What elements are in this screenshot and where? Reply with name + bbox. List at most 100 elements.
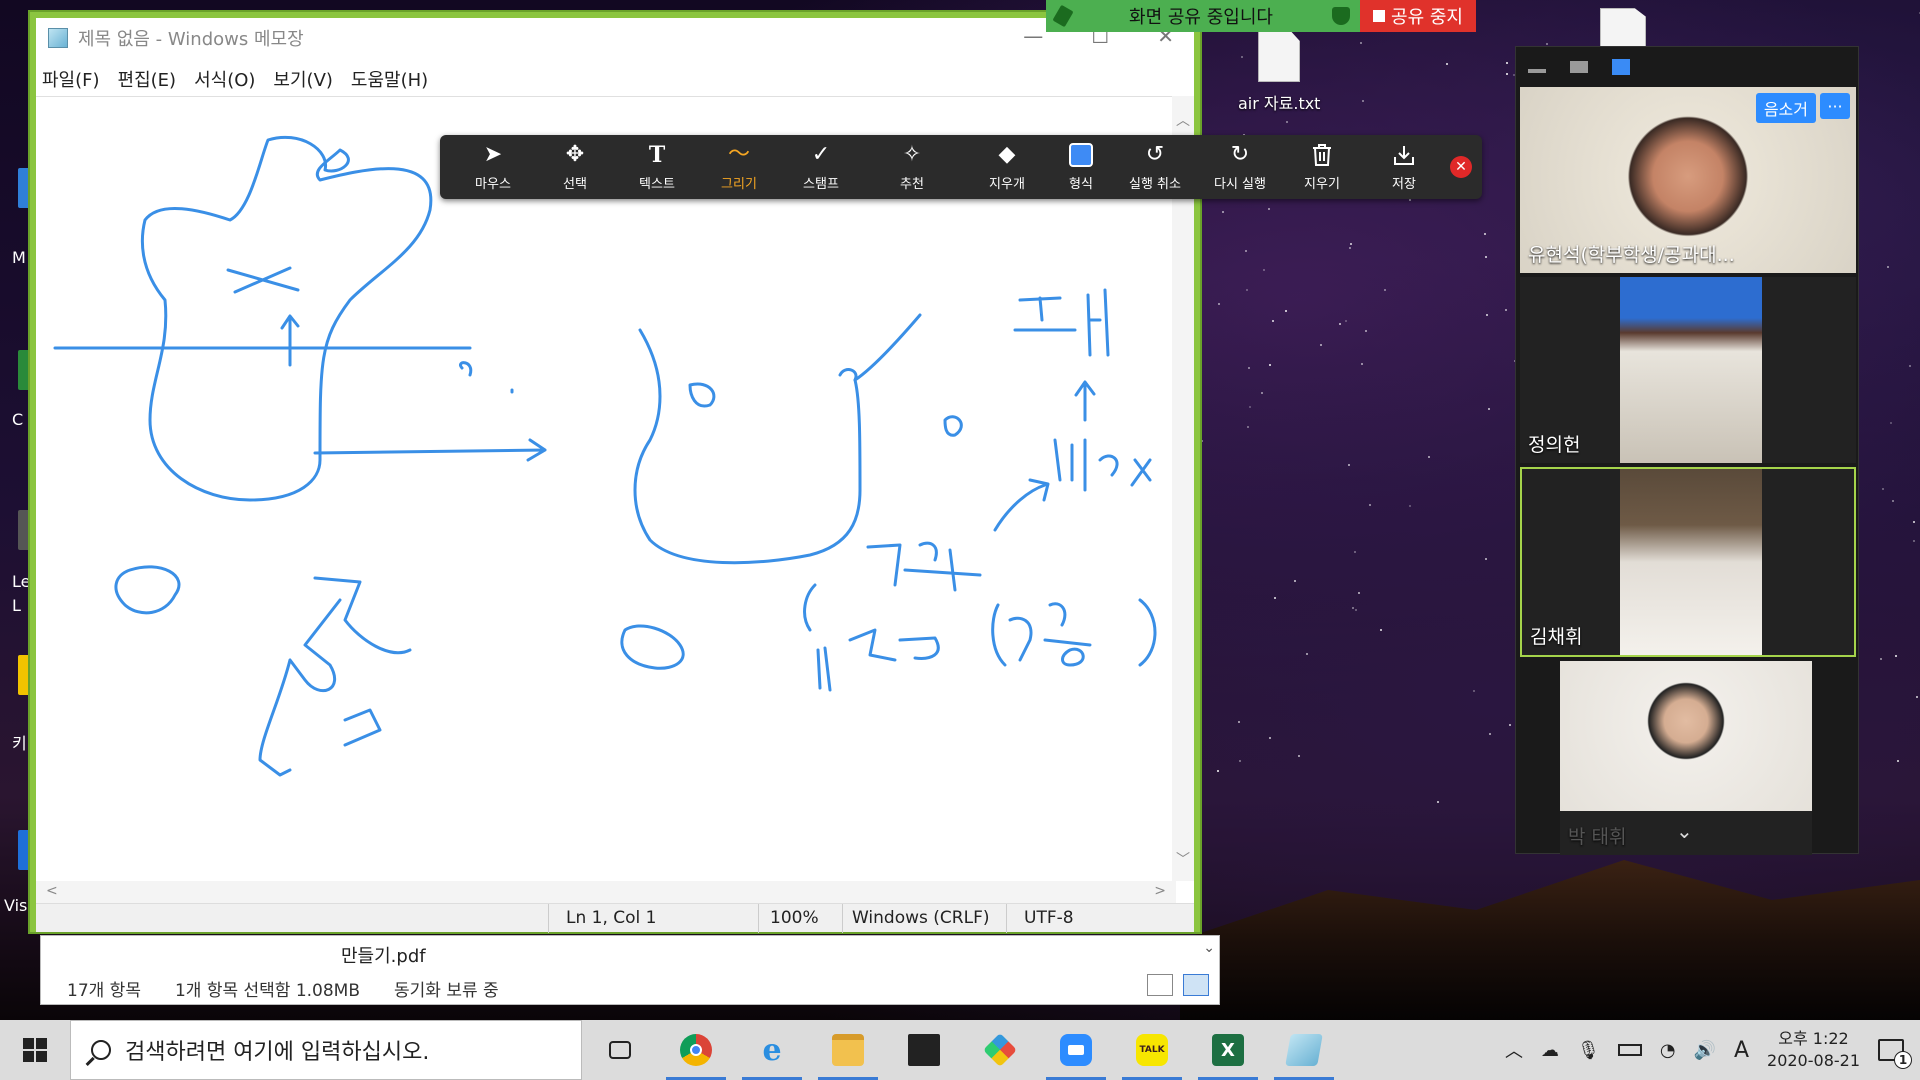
- wallpaper-star: [1890, 421, 1893, 424]
- taskbar-clock[interactable]: 오후 1:22 2020-08-21: [1767, 1028, 1860, 1072]
- participant-name: 김채휘: [1530, 626, 1583, 648]
- pin-icon: [1052, 4, 1074, 28]
- chevron-down-icon[interactable]: ⌄: [1203, 940, 1215, 956]
- tool-spotlight[interactable]: ✧ 추천: [862, 142, 962, 193]
- scroll-up-icon[interactable]: ︿: [1172, 110, 1194, 130]
- onedrive-cloud-icon[interactable]: ☁: [1541, 1040, 1559, 1061]
- zoom-icon[interactable]: [1038, 1020, 1114, 1080]
- wallpaper-star: [1369, 504, 1372, 507]
- desktop-icon-clipped[interactable]: [18, 655, 30, 695]
- tool-stamp[interactable]: ✓ 스탬프: [780, 142, 862, 193]
- share-status-text: 화면 공유 중입니다: [1129, 7, 1273, 28]
- desktop-file-icon[interactable]: air 자료.txt: [1238, 30, 1320, 114]
- tool-save[interactable]: 저장: [1364, 142, 1444, 192]
- excel-icon[interactable]: X: [1190, 1020, 1266, 1080]
- close-icon[interactable]: ✕: [1450, 156, 1472, 178]
- tool-text[interactable]: T 텍스트: [616, 142, 698, 192]
- battery-icon[interactable]: [1617, 1044, 1642, 1056]
- wallpaper-star: [1545, 42, 1548, 45]
- more-options-icon[interactable]: ···: [1820, 93, 1850, 119]
- gallery-view-icon[interactable]: [1612, 59, 1630, 75]
- wallpaper-star: [1349, 247, 1352, 250]
- participant-tile[interactable]: 음소거 ··· 유현석(학부학생/공과대...: [1520, 87, 1856, 273]
- desktop-file-icon-top[interactable]: [1600, 8, 1646, 48]
- tool-format[interactable]: 형식: [1052, 142, 1110, 192]
- store-icon[interactable]: [886, 1020, 962, 1080]
- menu-help[interactable]: 도움말(H): [351, 66, 428, 92]
- volume-icon[interactable]: 🔊: [1694, 1040, 1716, 1061]
- microphone-icon[interactable]: 🎙: [1577, 1040, 1600, 1061]
- details-view-icon[interactable]: [1147, 974, 1173, 996]
- task-view-icon[interactable]: [582, 1020, 658, 1080]
- draw-wave-icon: 〜: [727, 142, 750, 167]
- thumbnail-view-icon[interactable]: [1570, 61, 1588, 73]
- desktop-icon-clipped[interactable]: [18, 510, 30, 550]
- tool-mouse[interactable]: ➤ 마우스: [452, 142, 534, 193]
- wallpaper-star: [1886, 266, 1889, 269]
- tool-undo[interactable]: ↺ 실행 취소: [1110, 142, 1200, 193]
- scroll-left-icon[interactable]: <: [46, 883, 58, 899]
- chrome-icon[interactable]: [658, 1020, 734, 1080]
- minimize-button[interactable]: —: [1023, 24, 1043, 48]
- wallpaper-star: [1488, 733, 1491, 736]
- tool-label: 텍스트: [639, 177, 675, 192]
- taskbar-search-box[interactable]: 검색하려면 여기에 입력하십시오.: [70, 1020, 582, 1080]
- explorer-item-count: 17개 항목: [67, 981, 141, 1001]
- wallpaper-star: [1347, 463, 1350, 466]
- stop-share-button[interactable]: 공유 중지: [1360, 0, 1476, 32]
- wallpaper-star: [1894, 654, 1897, 657]
- clock-date: 2020-08-21: [1767, 1051, 1860, 1070]
- explorer-file-name[interactable]: 만들기.pdf: [341, 942, 426, 968]
- scroll-down-icon[interactable]: ﹀: [1172, 849, 1194, 869]
- participant-tile[interactable]: 정의헌: [1520, 277, 1856, 463]
- tool-redo[interactable]: ↻ 다시 실행: [1200, 142, 1280, 193]
- menu-file[interactable]: 파일(F): [42, 66, 100, 92]
- wifi-icon[interactable]: ◔: [1660, 1040, 1676, 1061]
- wallpaper-star: [1345, 319, 1348, 322]
- notepad-titlebar[interactable]: 제목 없음 - Windows 메모장 — ☐ ✕: [36, 18, 1194, 58]
- wallpaper-star: [1486, 314, 1489, 317]
- minimize-video-icon[interactable]: [1528, 69, 1546, 73]
- large-icons-view-icon[interactable]: [1183, 974, 1209, 996]
- menu-format[interactable]: 서식(O): [194, 66, 255, 92]
- desktop-icon-clipped[interactable]: [18, 168, 30, 208]
- explorer-status-bar: 17개 항목 1개 항목 선택함 1.08MB 동기화 보류 중: [67, 976, 499, 1001]
- chevron-down-icon[interactable]: ⌄: [1676, 819, 1693, 843]
- tool-clear[interactable]: 지우기: [1280, 142, 1364, 192]
- wallpaper-star: [1294, 579, 1297, 582]
- stop-share-label: 공유 중지: [1391, 7, 1463, 28]
- vertical-scrollbar[interactable]: ︿ ﹀: [1172, 96, 1194, 881]
- tool-select[interactable]: ✥ 선택: [534, 142, 616, 193]
- ime-indicator[interactable]: A: [1734, 1038, 1749, 1063]
- mute-button[interactable]: 음소거: [1755, 93, 1816, 123]
- checkmark-icon: ✓: [811, 142, 831, 167]
- wallpaper-star: [1246, 426, 1249, 429]
- notepad-icon[interactable]: [1266, 1020, 1342, 1080]
- notification-center-icon[interactable]: 1: [1878, 1039, 1912, 1069]
- tool-eraser[interactable]: ◆ 지우개: [962, 142, 1052, 193]
- wallpaper-star: [1248, 405, 1251, 408]
- file-explorer-icon[interactable]: [810, 1020, 886, 1080]
- participant-tile-active-speaker[interactable]: 김채휘: [1520, 467, 1856, 657]
- wallpaper-star: [1916, 695, 1919, 698]
- internet-explorer-icon[interactable]: e: [734, 1020, 810, 1080]
- explorer-view-toggles: [1147, 974, 1209, 996]
- stop-icon: [1373, 10, 1386, 22]
- start-button[interactable]: [0, 1020, 70, 1080]
- encoding: UTF-8: [1024, 908, 1074, 928]
- windows-taskbar: 검색하려면 여기에 입력하십시오. e TALK X ︿ ☁ 🎙 ◔ 🔊 A 오…: [0, 1020, 1920, 1080]
- menu-view[interactable]: 보기(V): [273, 66, 332, 92]
- notepad-text-area[interactable]: [36, 96, 1176, 881]
- desktop-icon-clipped[interactable]: [18, 830, 30, 870]
- menu-edit[interactable]: 편집(E): [118, 66, 177, 92]
- chevron-up-icon[interactable]: ︿: [1505, 1037, 1523, 1063]
- wallpaper-star: [1361, 100, 1364, 103]
- wallpaper-star: [1365, 329, 1368, 332]
- share-status-bar[interactable]: 화면 공유 중입니다: [1046, 0, 1360, 32]
- horizontal-scrollbar[interactable]: < >: [36, 881, 1176, 903]
- desktop-icon-clipped[interactable]: [18, 350, 30, 390]
- tool-draw[interactable]: 〜 그리기: [698, 142, 780, 193]
- scroll-right-icon[interactable]: >: [1154, 883, 1166, 899]
- paint-icon[interactable]: [962, 1020, 1038, 1080]
- kakaotalk-icon[interactable]: TALK: [1114, 1020, 1190, 1080]
